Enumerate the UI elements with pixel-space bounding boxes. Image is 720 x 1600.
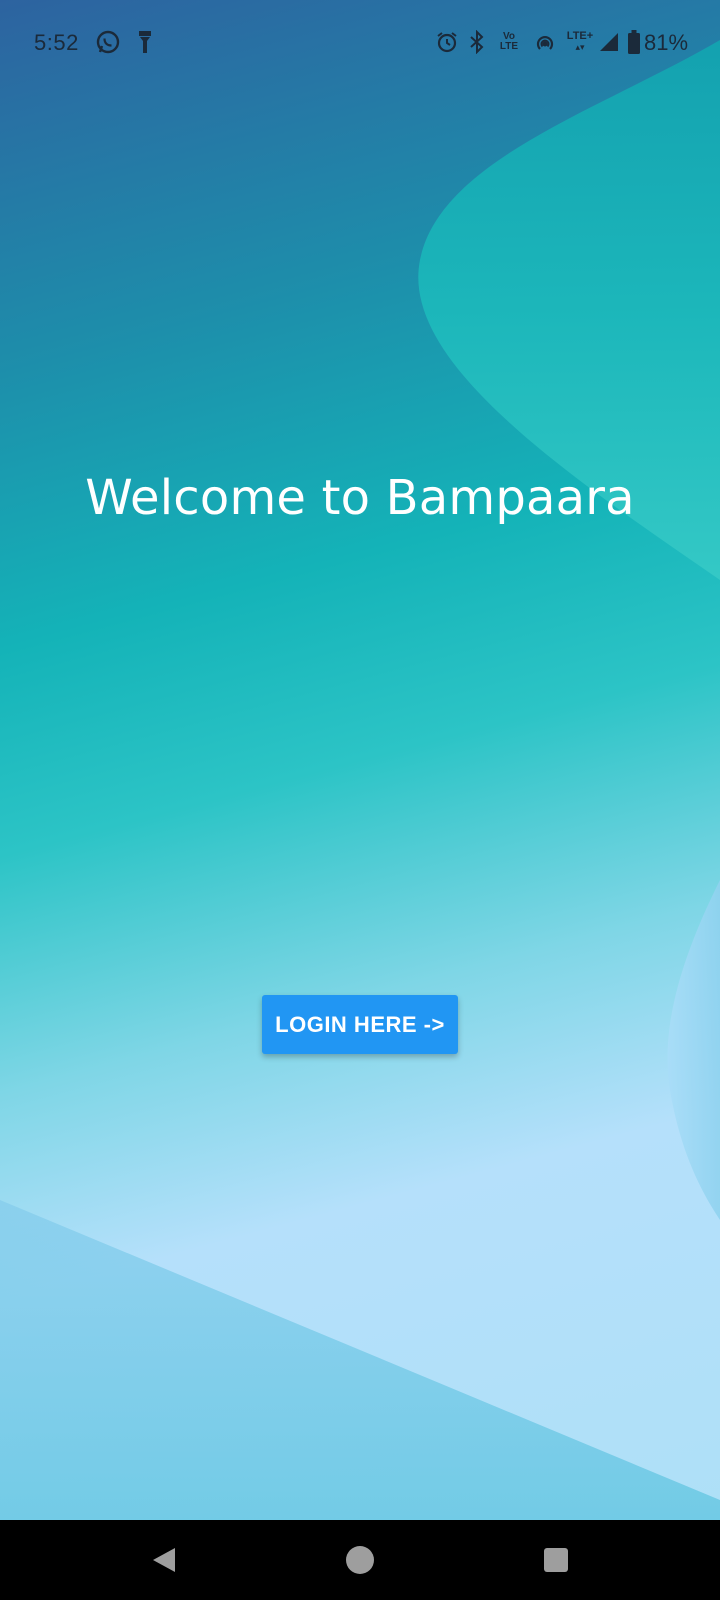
- volte-icon: Vo LTE: [494, 28, 524, 56]
- background-waves: [0, 40, 720, 1520]
- alarm-icon: [434, 28, 460, 56]
- status-bar: 5:52 Vo LTE LTE+ ▴▾ 81%: [0, 0, 720, 84]
- signal-icon: [598, 28, 620, 56]
- bluetooth-icon: [466, 28, 488, 56]
- hotspot-icon: [532, 28, 558, 56]
- app-screen: 5:52 Vo LTE LTE+ ▴▾ 81% Welcome to Bampa…: [0, 0, 720, 1520]
- whatsapp-icon: [94, 28, 122, 56]
- lte-plus-label: LTE+: [566, 30, 594, 42]
- login-button[interactable]: LOGIN HERE ->: [262, 995, 458, 1054]
- recents-icon[interactable]: [536, 1540, 576, 1580]
- battery-percentage: 81%: [644, 30, 689, 55]
- home-icon[interactable]: [340, 1540, 380, 1580]
- battery-icon: [626, 28, 642, 56]
- flashlight-icon: [136, 28, 154, 56]
- status-time: 5:52: [34, 30, 79, 55]
- welcome-title: Welcome to Bampaara: [85, 470, 635, 526]
- lte-activity-arrows: ▴▾: [575, 42, 585, 52]
- back-icon[interactable]: [143, 1540, 183, 1580]
- lte-plus-icon: LTE+ ▴▾: [566, 28, 594, 56]
- navigation-bar: [0, 1520, 720, 1600]
- volte-bottom-label: LTE: [499, 41, 519, 52]
